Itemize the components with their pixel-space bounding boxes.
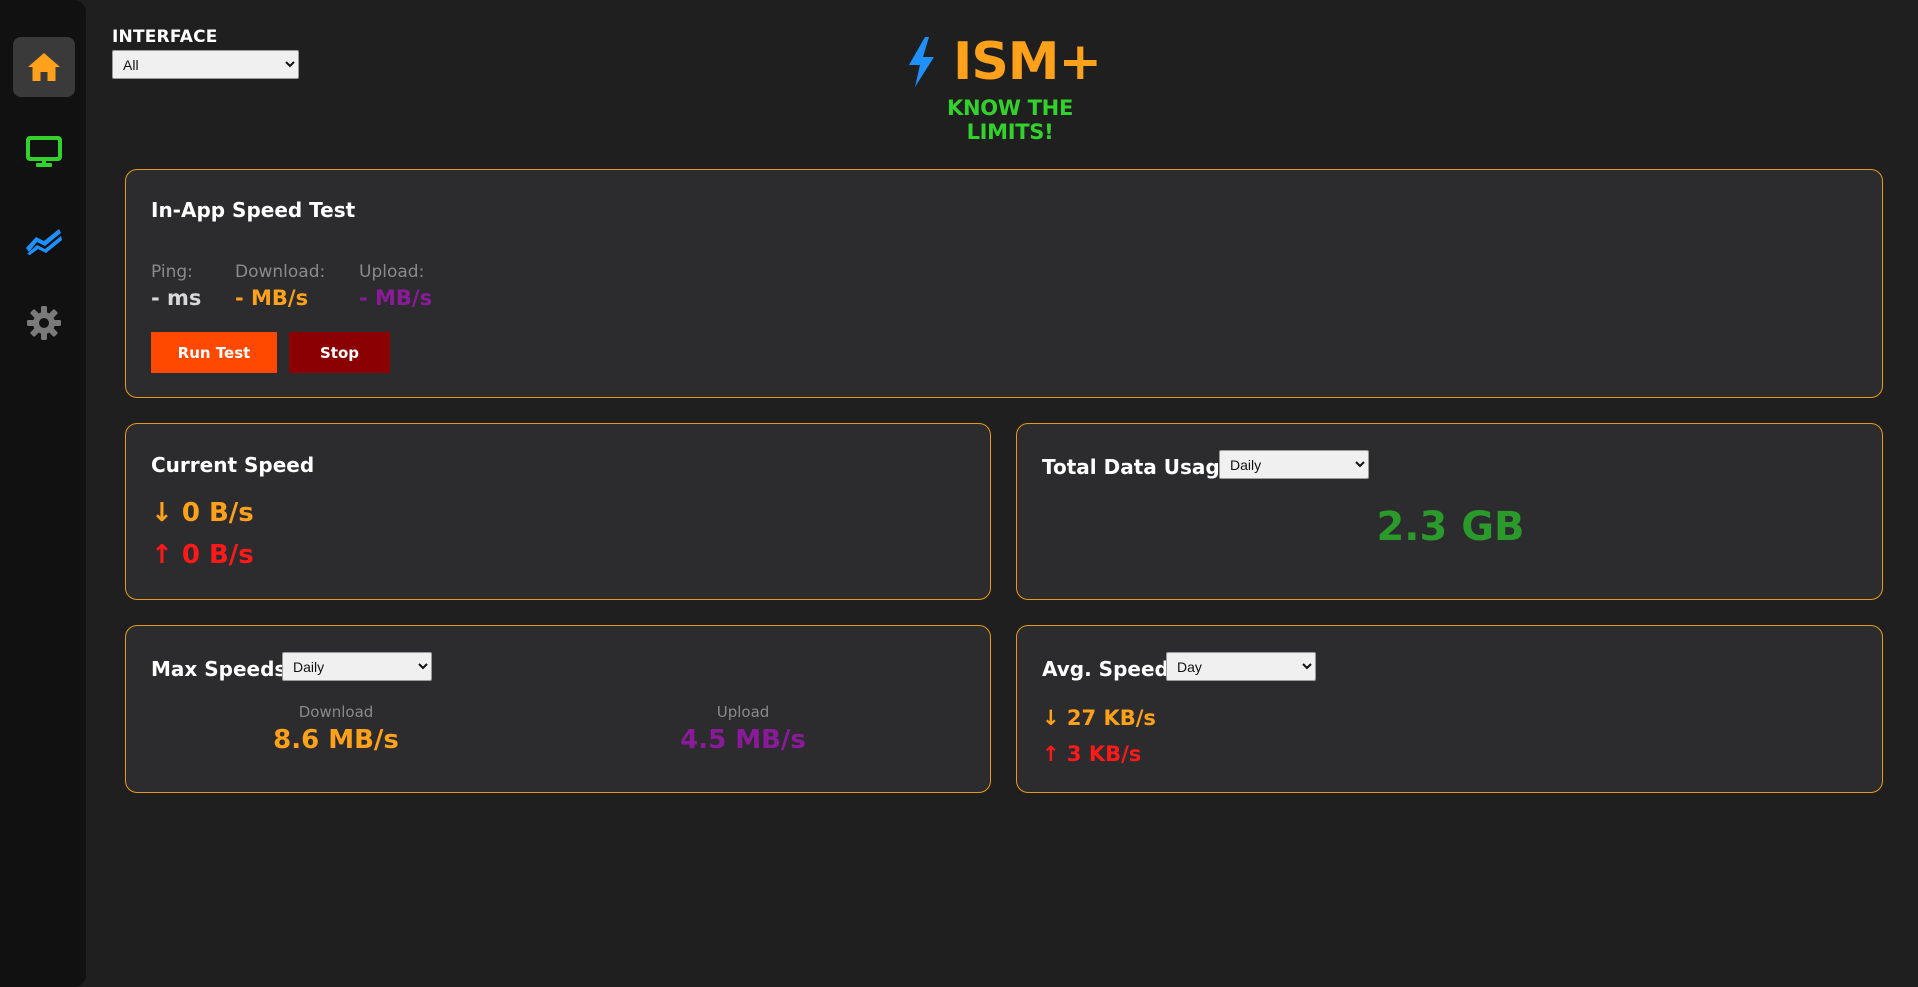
current-download-speed: ↓ 0 B/s	[151, 498, 254, 528]
max-upload-label: Upload	[716, 703, 770, 721]
avg-speed-card: Avg. Speed: Day ↓ 27 KB/s ↑ 3 KB/s	[1016, 625, 1883, 793]
max-upload-value: 4.5 MB/s	[680, 725, 806, 755]
avg-download-speed: ↓ 27 KB/s	[1042, 706, 1156, 730]
total-usage-period-select[interactable]: Daily	[1219, 450, 1369, 479]
monitor-icon	[26, 136, 62, 167]
ping-label: Ping:	[151, 262, 193, 282]
sidebar-item-home[interactable]	[13, 37, 75, 97]
app-tagline: KNOW THE LIMITS!	[946, 96, 1074, 144]
max-speeds-title: Max Speeds:	[151, 657, 295, 681]
speed-test-title: In-App Speed Test	[151, 198, 356, 222]
max-speeds-period-select[interactable]: Daily	[282, 652, 432, 681]
speed-test-card: In-App Speed Test Ping: - ms Download: -…	[125, 169, 1883, 398]
stop-button[interactable]: Stop	[289, 332, 390, 373]
max-speeds-card: Max Speeds: Daily Download 8.6 MB/s Uplo…	[125, 625, 991, 793]
current-speed-title: Current Speed	[151, 453, 315, 477]
sidebar	[0, 0, 86, 987]
max-download-label: Download	[298, 703, 374, 721]
gear-icon	[27, 306, 61, 340]
interface-selector: INTERFACE All	[112, 27, 299, 79]
sidebar-item-charts[interactable]	[13, 211, 75, 271]
brand-header: ISM+ KNOW THE LIMITS!	[905, 32, 1115, 144]
upload-value: - MB/s	[359, 286, 433, 310]
max-download-value: 8.6 MB/s	[273, 725, 399, 755]
download-value: - MB/s	[235, 286, 309, 310]
sidebar-item-settings[interactable]	[13, 293, 75, 353]
interface-select[interactable]: All	[112, 50, 299, 79]
total-usage-card: Total Data Usage: Daily 2.3 GB	[1016, 423, 1883, 600]
avg-speed-title: Avg. Speed:	[1042, 657, 1177, 681]
home-icon	[28, 53, 60, 81]
sidebar-item-monitor[interactable]	[13, 122, 75, 182]
current-upload-speed: ↑ 0 B/s	[151, 540, 254, 570]
total-usage-value: 2.3 GB	[1376, 504, 1525, 550]
upload-label: Upload:	[359, 262, 425, 282]
avg-speed-period-select[interactable]: Day	[1166, 652, 1316, 681]
download-label: Download:	[235, 262, 326, 282]
interface-label: INTERFACE	[112, 27, 218, 47]
app-title: ISM+	[953, 32, 1102, 92]
lightning-icon	[909, 37, 934, 87]
avg-upload-speed: ↑ 3 KB/s	[1042, 742, 1142, 766]
run-test-button[interactable]: Run Test	[151, 332, 277, 373]
total-usage-title: Total Data Usage:	[1042, 455, 1242, 479]
chart-icon	[26, 229, 62, 255]
current-speed-card: Current Speed ↓ 0 B/s ↑ 0 B/s	[125, 423, 991, 600]
ping-value: - ms	[151, 286, 202, 310]
